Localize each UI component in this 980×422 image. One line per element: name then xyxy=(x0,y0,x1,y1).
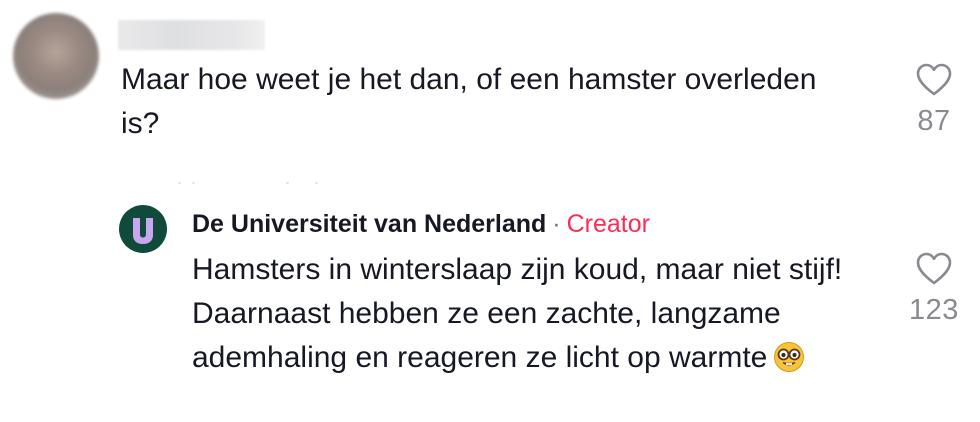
commenter-avatar[interactable] xyxy=(13,13,99,99)
reply-like-count: 123 xyxy=(909,294,959,326)
separator-dots xyxy=(178,180,328,186)
comment-like-group[interactable]: 87 xyxy=(899,63,969,138)
reply-separator: · xyxy=(552,210,561,238)
universiteit-logo xyxy=(133,218,153,244)
comment-like-count: 87 xyxy=(917,105,951,137)
creator-avatar[interactable] xyxy=(119,205,167,253)
comment-text: Maar hoe weet je het dan, of een hamster… xyxy=(121,63,817,140)
creator-badge: Creator xyxy=(566,210,650,238)
reply-text-block: Hamsters in winterslaap zijn koud, maar … xyxy=(192,248,882,380)
reply-author-name[interactable]: De Universiteit van Nederland xyxy=(192,210,546,238)
nerd-face-emoji xyxy=(774,342,805,372)
reply-text: Hamsters in winterslaap zijn koud, maar … xyxy=(192,253,843,374)
heart-icon[interactable] xyxy=(916,252,952,286)
heart-icon[interactable] xyxy=(916,63,952,97)
reply-header: De Universiteit van Nederland · Creator xyxy=(192,207,650,241)
reply-like-group[interactable]: 123 xyxy=(899,252,969,327)
commenter-username-redacted[interactable] xyxy=(118,20,265,50)
